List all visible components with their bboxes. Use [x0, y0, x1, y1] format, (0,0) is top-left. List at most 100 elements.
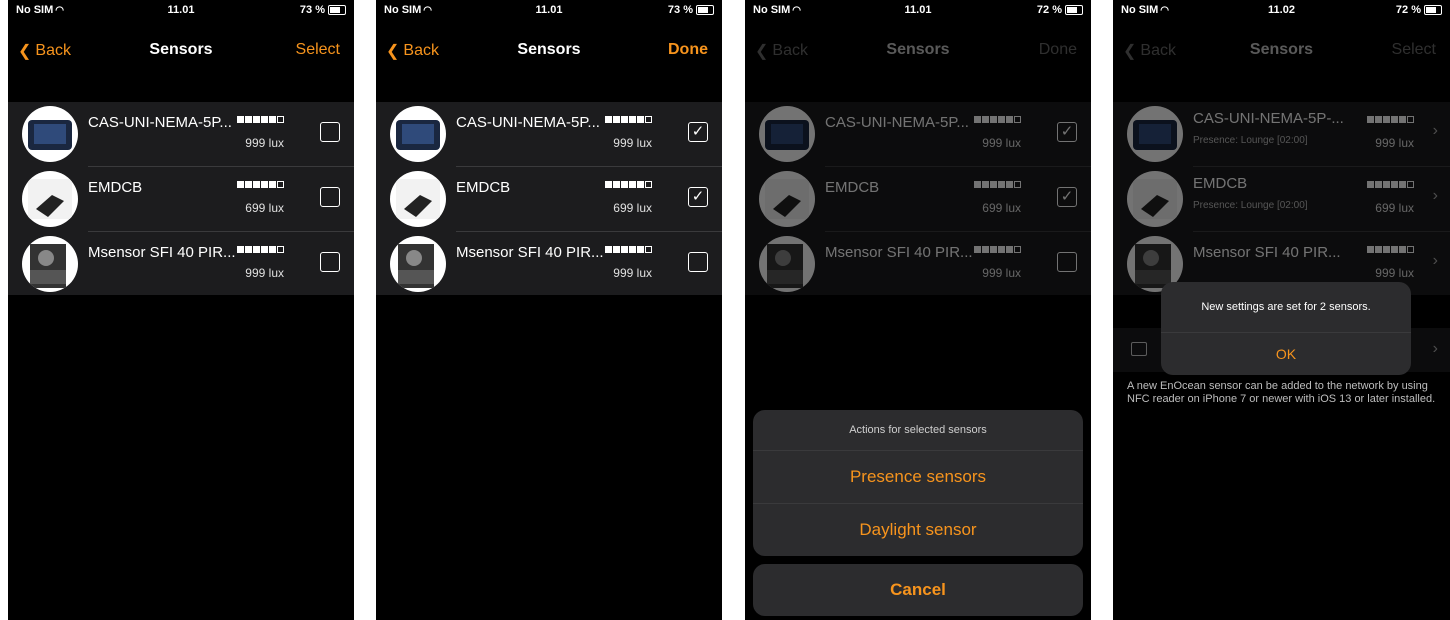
lux-value: 999 lux: [613, 266, 652, 280]
select-button: Select: [1391, 41, 1436, 58]
sensor-name: Msensor SFI 40 PIR...: [456, 244, 604, 261]
sensor-assignment: Presence: Lounge [02:00]: [1193, 200, 1308, 211]
sensor-name: Msensor SFI 40 PIR...: [825, 244, 973, 261]
nfc-icon: [1131, 342, 1147, 356]
status-bar: No SIM ◠ 11.02 72 %: [1113, 0, 1450, 20]
signal-strength-icon: [974, 116, 1021, 123]
battery-percent: 72 %: [1395, 4, 1421, 16]
sensor-image-device: [1127, 171, 1183, 227]
sensor-row[interactable]: Msensor SFI 40 PIR... 999 lux: [376, 232, 722, 296]
status-bar: No SIM ◠ 11.01 72 %: [745, 0, 1091, 20]
screen-3: No SIM ◠ 11.01 72 % ❮ Back Sensors Done CA…: [745, 0, 1091, 620]
battery: 73 %: [300, 4, 346, 16]
sensor-image-camera: [1127, 106, 1183, 162]
nfc-hint-text: A new EnOcean sensor can be added to the…: [1127, 380, 1436, 405]
sensor-name: CAS-UNI-NEMA-5P...: [456, 114, 600, 131]
select-button[interactable]: Select: [296, 41, 340, 59]
sensor-row[interactable]: Msensor SFI 40 PIR... 999 lux: [8, 232, 354, 296]
signal-strength-icon: [237, 116, 284, 123]
status-bar: No SIM ◠ 11.01 73 %: [8, 0, 354, 20]
nav-bar: ❮ Back Sensors Done: [745, 36, 1091, 64]
checkbox[interactable]: [688, 252, 708, 272]
chevron-right-icon: ›: [1432, 340, 1438, 357]
sensor-row[interactable]: CAS-UNI-NEMA-5P... 999 lux: [8, 102, 354, 166]
battery-icon: [1065, 5, 1083, 15]
chevron-right-icon: ›: [1432, 252, 1438, 269]
battery: 73 %: [668, 4, 714, 16]
lux-value: 999 lux: [613, 136, 652, 150]
sensor-name: CAS-UNI-NEMA-5P...: [825, 114, 969, 131]
done-button: Done: [1038, 41, 1077, 58]
screen-1: No SIM ◠ 11.01 73 % ❮ Back Sensors Select …: [8, 0, 354, 620]
status-bar: No SIM ◠ 11.01 73 %: [376, 0, 722, 20]
battery-percent: 72 %: [1036, 4, 1062, 16]
checkmark-icon: ✓: [1060, 123, 1074, 140]
sensor-row[interactable]: EMDCB 699 lux ✓: [376, 167, 722, 231]
lux-value: 699 lux: [245, 201, 284, 215]
presence-sensors-button[interactable]: Presence sensors: [753, 451, 1083, 504]
chevron-right-icon: ›: [1432, 122, 1438, 139]
checkbox-checked: ✓: [1057, 187, 1077, 207]
checkmark-icon: ✓: [1060, 188, 1074, 205]
sensor-name: EMDCB: [456, 179, 511, 196]
battery-percent: 73 %: [299, 4, 325, 16]
checkbox: [1057, 252, 1077, 272]
lux-value: 999 lux: [1375, 136, 1414, 150]
sensor-image-pir: [390, 236, 446, 292]
signal-strength-icon: [974, 246, 1021, 253]
screen-2: No SIM ◠ 11.01 73 % ❮ Back Sensors Done CA…: [376, 0, 722, 620]
signal-strength-icon: [974, 181, 1021, 188]
checkbox[interactable]: [320, 122, 340, 142]
ok-button[interactable]: OK: [1161, 333, 1411, 375]
checkmark-icon: ✓: [691, 188, 705, 205]
signal-strength-icon: [1367, 116, 1414, 123]
daylight-sensor-button[interactable]: Daylight sensor: [753, 504, 1083, 556]
action-sheet-title: Actions for selected sensors: [753, 410, 1083, 451]
sensor-row: CAS-UNI-NEMA-5P-... Presence: Lounge [02…: [1113, 102, 1450, 166]
lux-value: 999 lux: [245, 136, 284, 150]
sensor-image-pir: [759, 236, 815, 292]
lux-value: 699 lux: [613, 201, 652, 215]
checkbox[interactable]: [320, 252, 340, 272]
signal-strength-icon: [605, 116, 652, 123]
sensor-image-camera: [759, 106, 815, 162]
checkmark-icon: ✓: [691, 123, 705, 140]
lux-value: 999 lux: [982, 136, 1021, 150]
sensor-name: EMDCB: [825, 179, 880, 196]
sensor-name: Msensor SFI 40 PIR...: [88, 244, 236, 261]
sensor-name: CAS-UNI-NEMA-5P-...: [1193, 110, 1344, 127]
cancel-button[interactable]: Cancel: [753, 564, 1083, 616]
battery: 72 %: [1396, 4, 1442, 16]
sensor-assignment: Presence: Lounge [02:00]: [1193, 135, 1308, 146]
lux-value: 699 lux: [982, 201, 1021, 215]
chevron-right-icon: ›: [1432, 187, 1438, 204]
checkbox-checked[interactable]: ✓: [688, 122, 708, 142]
battery-icon: [696, 5, 714, 15]
sensor-image-device: [22, 171, 78, 227]
sensor-row[interactable]: EMDCB 699 lux: [8, 167, 354, 231]
signal-strength-icon: [1367, 246, 1414, 253]
done-button[interactable]: Done: [668, 41, 708, 59]
battery-percent: 73 %: [667, 4, 693, 16]
sensor-image-device: [759, 171, 815, 227]
nav-bar: ❮ Back Sensors Select: [1113, 36, 1450, 64]
battery: 72 %: [1037, 4, 1083, 16]
sensor-list: CAS-UNI-NEMA-5P-... Presence: Lounge [02…: [1113, 102, 1450, 295]
checkbox[interactable]: [320, 187, 340, 207]
sensor-image-camera: [22, 106, 78, 162]
action-sheet: Actions for selected sensors Presence se…: [753, 410, 1083, 556]
sensor-row: CAS-UNI-NEMA-5P... 999 lux ✓: [745, 102, 1091, 166]
sensor-list: CAS-UNI-NEMA-5P... 999 lux EMDCB 699 lux…: [8, 102, 354, 295]
sensor-name: EMDCB: [1193, 175, 1248, 192]
screen-4: No SIM ◠ 11.02 72 % ❮ Back Sensors Select …: [1113, 0, 1450, 620]
lux-value: 999 lux: [982, 266, 1021, 280]
signal-strength-icon: [237, 246, 284, 253]
checkbox-checked[interactable]: ✓: [688, 187, 708, 207]
battery-icon: [1424, 5, 1442, 15]
sensor-image-pir: [22, 236, 78, 292]
sensor-row[interactable]: CAS-UNI-NEMA-5P... 999 lux ✓: [376, 102, 722, 166]
signal-strength-icon: [237, 181, 284, 188]
lux-value: 999 lux: [1375, 266, 1414, 280]
sensor-row: EMDCB Presence: Lounge [02:00] 699 lux ›: [1113, 167, 1450, 231]
nav-bar: ❮ Back Sensors Select: [8, 36, 354, 64]
